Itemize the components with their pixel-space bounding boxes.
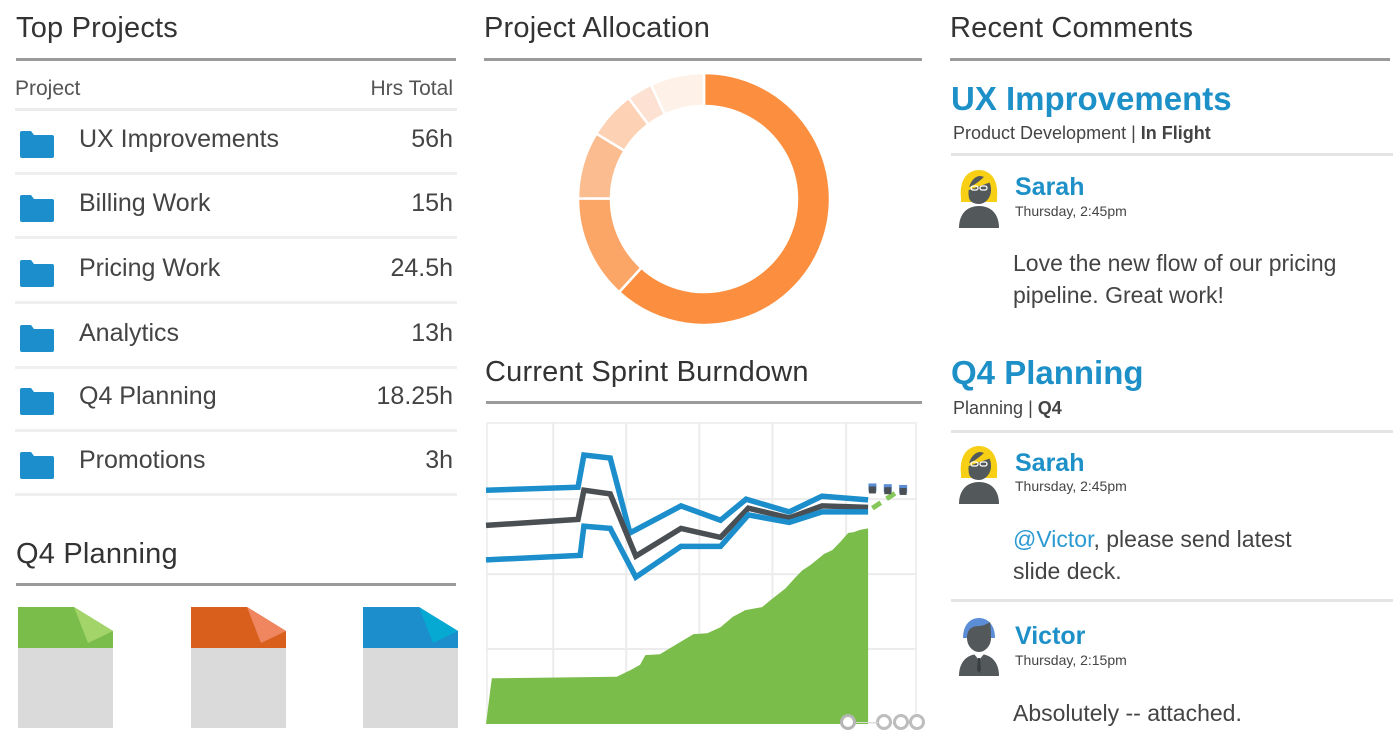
allocation-donut-chart	[576, 71, 832, 327]
comment-author[interactable]: Sarah	[1015, 449, 1084, 478]
comment-project-title[interactable]: UX Improvements	[951, 80, 1232, 118]
comment-project-meta: Planning | Q4	[953, 398, 1062, 419]
column-header-hours[interactable]: Hrs Total	[371, 77, 453, 101]
comment-timestamp: Thursday, 2:45pm	[1015, 203, 1127, 219]
project-hours: 15h	[411, 189, 453, 217]
comment-timestamp: Thursday, 2:45pm	[1015, 478, 1127, 494]
project-row[interactable]: UX Improvements 56h	[15, 111, 457, 175]
document-body	[18, 648, 113, 728]
title-divider	[484, 58, 922, 61]
document-icon	[191, 607, 286, 649]
female-avatar-icon	[959, 170, 999, 228]
comment-project-title[interactable]: Q4 Planning	[951, 354, 1144, 392]
folder-icon	[20, 260, 54, 287]
comment-mention[interactable]: @Victor	[1013, 526, 1093, 552]
project-name: Promotions	[79, 446, 206, 474]
comment-text: Love the new flow of our pricing pipelin…	[1013, 247, 1373, 311]
folder-icon	[20, 195, 54, 222]
comment-author[interactable]: Sarah	[1015, 173, 1084, 202]
project-category: Product Development	[953, 123, 1127, 143]
project-row[interactable]: Analytics 13h	[15, 305, 457, 369]
project-name: Pricing Work	[79, 254, 221, 282]
pager-dot[interactable]	[876, 714, 892, 730]
project-row[interactable]: Billing Work 15h	[15, 175, 457, 239]
forecast-marker	[899, 487, 907, 495]
folder-icon	[20, 325, 54, 352]
project-status: In Flight	[1140, 123, 1211, 143]
project-row[interactable]: Promotions 3h	[15, 432, 457, 496]
document-body	[191, 648, 286, 728]
folder-icon	[20, 131, 54, 158]
forecast-marker	[884, 487, 892, 495]
title-divider	[486, 401, 922, 404]
column-header-project[interactable]: Project	[15, 77, 80, 101]
document-thumbnail[interactable]	[18, 607, 113, 728]
title-divider	[16, 58, 456, 61]
title-divider	[950, 58, 1390, 61]
forecast-marker	[868, 486, 876, 494]
folder-icon	[20, 388, 54, 415]
comment-divider	[951, 430, 1393, 433]
male-avatar-icon	[959, 618, 999, 676]
comment-timestamp: Thursday, 2:15pm	[1015, 652, 1127, 668]
project-category: Planning	[953, 398, 1024, 418]
pager-connector	[856, 722, 878, 723]
female-avatar-icon	[959, 446, 999, 504]
document-icon	[18, 607, 113, 649]
donut-slice[interactable]	[576, 197, 644, 294]
row-divider	[15, 493, 457, 496]
pager-dot[interactable]	[893, 714, 909, 730]
document-body	[363, 648, 458, 728]
comment-body: Love the new flow of our pricing pipelin…	[1013, 250, 1337, 308]
burndown-chart	[485, 422, 917, 724]
comment-body: Absolutely -- attached.	[1013, 700, 1242, 726]
project-row[interactable]: Q4 Planning 18.25h	[15, 368, 457, 432]
project-hours: 13h	[411, 319, 453, 347]
top-projects-title: Top Projects	[16, 12, 178, 44]
project-allocation-title: Project Allocation	[484, 12, 711, 44]
comment-author[interactable]: Victor	[1015, 622, 1085, 651]
project-hours: 56h	[411, 125, 453, 153]
project-name: Billing Work	[79, 189, 211, 217]
comment-text: @Victor, please send latest slide deck.	[1013, 523, 1343, 587]
project-row[interactable]: Pricing Work 24.5h	[15, 240, 457, 304]
document-thumbnail[interactable]	[191, 607, 286, 728]
document-thumbnail[interactable]	[363, 607, 458, 728]
comment-text: Absolutely -- attached.	[1013, 697, 1373, 729]
project-hours: 18.25h	[376, 382, 453, 410]
pager-dot[interactable]	[840, 714, 856, 730]
recent-comments-title: Recent Comments	[950, 12, 1194, 44]
project-hours: 3h	[425, 446, 453, 474]
row-divider	[15, 301, 457, 304]
project-hours: 24.5h	[390, 254, 453, 282]
title-divider	[16, 583, 456, 586]
project-name: Analytics	[79, 319, 180, 347]
project-name: UX Improvements	[79, 125, 280, 153]
meta-separator: |	[1028, 398, 1038, 418]
meta-separator: |	[1131, 123, 1141, 143]
comment-divider	[951, 599, 1393, 602]
comment-divider	[951, 153, 1393, 156]
project-status: Q4	[1037, 398, 1062, 418]
pager-dot[interactable]	[909, 714, 925, 730]
folder-icon	[20, 452, 54, 479]
q4-planning-title: Q4 Planning	[16, 538, 178, 570]
comment-project-meta: Product Development | In Flight	[953, 123, 1211, 144]
document-icon	[363, 607, 458, 649]
burndown-title: Current Sprint Burndown	[485, 356, 809, 388]
project-name: Q4 Planning	[79, 382, 217, 410]
row-divider	[15, 236, 457, 239]
